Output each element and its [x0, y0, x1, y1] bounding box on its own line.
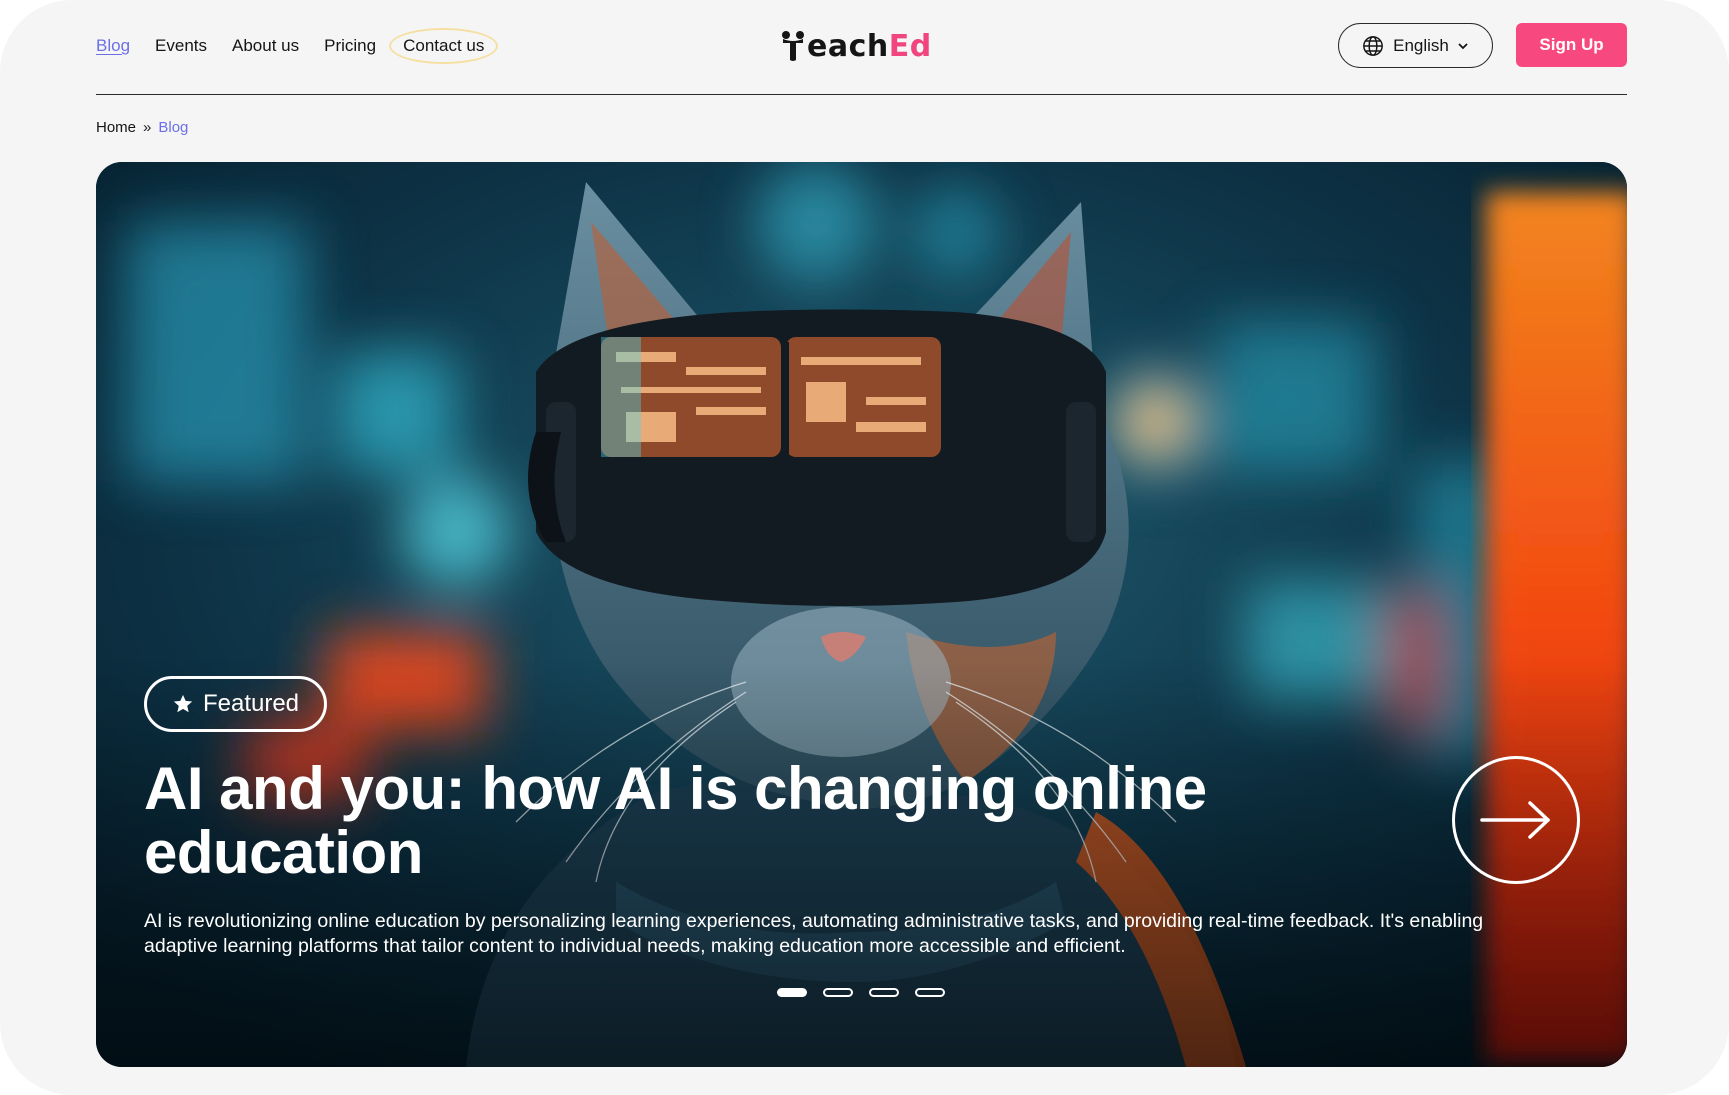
nav-about-us[interactable]: About us — [232, 36, 299, 56]
hero-title[interactable]: AI and you: how AI is changing online ed… — [144, 757, 1324, 885]
breadcrumb-separator-icon: » — [143, 119, 152, 136]
nav-pricing[interactable]: Pricing — [324, 36, 376, 56]
chevron-down-icon — [1458, 42, 1468, 49]
logo-text-main: each — [807, 28, 889, 64]
carousel-dot-1[interactable] — [777, 988, 807, 997]
nav-blog[interactable]: Blog — [96, 36, 130, 56]
carousel-indicators — [777, 988, 945, 997]
main-nav: Blog Events About us Pricing Contact us — [96, 28, 523, 64]
hero-description: AI is revolutionizing online education b… — [144, 910, 1484, 957]
language-label: English — [1393, 35, 1449, 55]
logo[interactable]: each Ed — [780, 26, 932, 66]
arrow-right-icon — [1480, 801, 1550, 839]
signup-button[interactable]: Sign Up — [1516, 23, 1627, 67]
nav-contact-us[interactable]: Contact us — [389, 28, 499, 64]
featured-badge: Featured — [144, 676, 327, 732]
header-divider — [96, 94, 1627, 95]
breadcrumb-home[interactable]: Home — [96, 119, 136, 136]
star-icon — [173, 694, 193, 713]
language-selector[interactable]: English — [1338, 23, 1493, 68]
featured-label: Featured — [202, 690, 300, 717]
breadcrumb-current: Blog — [158, 119, 189, 136]
logo-mark-icon — [782, 31, 804, 61]
logo-text-accent: Ed — [888, 28, 932, 64]
globe-icon — [1363, 35, 1384, 56]
next-slide-button[interactable] — [1452, 756, 1580, 884]
carousel-dot-4[interactable] — [915, 988, 945, 997]
page-frame: Blog Events About us Pricing Contact us … — [0, 0, 1729, 1095]
featured-hero-card[interactable]: Featured AI and you: how AI is changing … — [96, 162, 1627, 1067]
nav-events[interactable]: Events — [155, 36, 207, 56]
carousel-dot-3[interactable] — [869, 988, 899, 997]
carousel-dot-2[interactable] — [823, 988, 853, 997]
breadcrumb: Home » Blog — [96, 119, 188, 136]
